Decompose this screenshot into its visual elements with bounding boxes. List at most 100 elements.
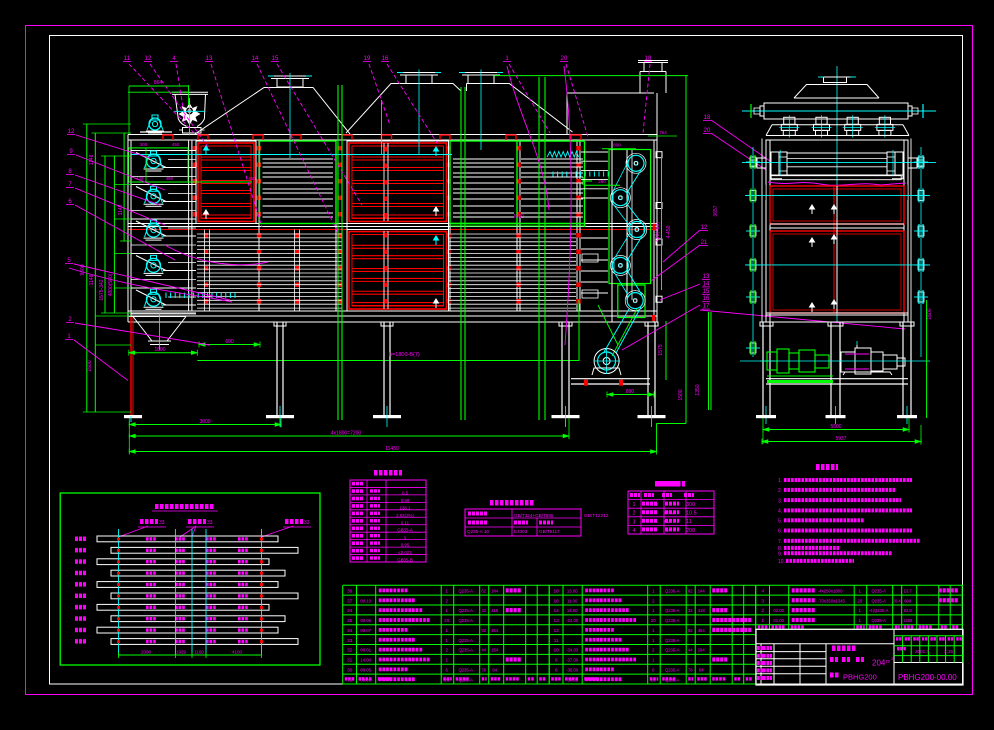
svg-text:32: 32: [347, 648, 353, 654]
svg-text:10.5: 10.5: [686, 511, 697, 517]
svg-text:5.: 5.: [778, 519, 782, 525]
svg-text:20.4: 20.4: [893, 598, 902, 603]
svg-text:600: 600: [225, 339, 234, 345]
svg-text:204: 204: [872, 659, 886, 668]
svg-text:GB/T324+GB/T985: GB/T324+GB/T985: [514, 513, 554, 518]
svg-text:11.00: 11.00: [567, 598, 578, 603]
svg-text:84: 84: [492, 667, 497, 672]
svg-text:20: 20: [651, 618, 657, 623]
svg-text:11: 11: [554, 638, 559, 644]
svg-text:Q235-A: Q235-A: [871, 618, 886, 623]
svg-text:34: 34: [347, 608, 353, 614]
svg-text:1929: 1929: [176, 650, 187, 655]
svg-text:01.00: 01.00: [773, 618, 784, 623]
svg-text:62: 62: [688, 589, 693, 594]
svg-text:20: 20: [444, 618, 450, 623]
svg-text:02.00: 02.00: [773, 608, 784, 613]
svg-text:1: 1: [652, 658, 655, 663]
svg-text:1: 1: [761, 618, 764, 624]
svg-text:1209: 1209: [903, 618, 913, 623]
svg-text:1: 1: [858, 608, 861, 613]
svg-text:1160: 1160: [194, 650, 204, 655]
svg-text:82.8: 82.8: [904, 608, 913, 613]
svg-text:1600: 1600: [154, 347, 165, 353]
svg-text:2: 2: [633, 511, 636, 517]
svg-text:Q235-A: Q235-A: [458, 667, 473, 672]
svg-text:84: 84: [699, 667, 704, 672]
svg-text:Q235-A: Q235-A: [871, 598, 886, 603]
svg-text:1500: 1500: [927, 308, 933, 319]
svg-text:m: m: [886, 659, 890, 665]
svg-text:-24.00: -24.00: [566, 618, 579, 623]
svg-text:800: 800: [613, 143, 621, 148]
svg-text:11: 11: [686, 519, 692, 525]
svg-text:Q235-A: Q235-A: [665, 618, 680, 623]
svg-text:00.01: 00.01: [360, 648, 371, 653]
svg-text:3.: 3.: [778, 498, 782, 504]
svg-text:GB35-B: GB35-B: [397, 558, 413, 563]
svg-text:1350: 1350: [695, 384, 701, 395]
svg-text:9: 9: [555, 658, 558, 664]
svg-text:6: 6: [652, 667, 655, 672]
svg-text:14.00: 14.00: [567, 608, 578, 613]
svg-text:4100: 4100: [232, 650, 243, 655]
svg-text:764: 764: [659, 130, 667, 135]
svg-text:1575: 1575: [658, 344, 664, 355]
svg-text:454: 454: [698, 628, 706, 633]
svg-text:Q235-A: Q235-A: [871, 589, 886, 594]
svg-text:0.98: 0.98: [401, 498, 410, 503]
svg-text:32: 32: [688, 608, 693, 613]
svg-text:Q235-A: Q235-A: [458, 648, 473, 653]
svg-text:1: 1: [858, 618, 861, 623]
svg-text:7.: 7.: [778, 539, 782, 545]
svg-text:13: 13: [554, 618, 560, 624]
svg-text:1: 1: [445, 628, 448, 633]
svg-text:1: 1: [652, 589, 655, 594]
svg-text:3: 3: [633, 519, 636, 525]
svg-text:0.5: 0.5: [402, 490, 409, 495]
svg-text:KV: KV: [664, 519, 671, 524]
svg-text:GB/T12212: GB/T12212: [584, 513, 609, 519]
svg-text:Q235-A: Q235-A: [665, 589, 680, 594]
svg-text:RPM: RPM: [664, 511, 674, 516]
svg-text:300: 300: [686, 502, 695, 508]
svg-text:9.: 9.: [778, 551, 782, 557]
svg-text:37: 37: [347, 598, 353, 604]
svg-text:1.: 1.: [778, 478, 782, 484]
svg-text:Q235-A: Q235-A: [458, 589, 473, 594]
svg-text:3000: 3000: [199, 419, 210, 425]
svg-text:2000: 2000: [141, 650, 152, 655]
svg-text:608: 608: [904, 598, 912, 603]
svg-text:Q235-A: Q235-A: [665, 638, 680, 643]
svg-text:Q235-A 10: Q235-A 10: [467, 529, 489, 534]
svg-text:2001.7: 2001.7: [915, 649, 929, 654]
svg-text:3657: 3657: [713, 205, 719, 216]
svg-text:78: 78: [688, 667, 693, 672]
svg-text:5937: 5937: [835, 436, 846, 442]
svg-text:11450: 11450: [385, 446, 399, 452]
svg-text:Q235-A: Q235-A: [665, 608, 680, 613]
svg-text:200: 200: [686, 528, 695, 534]
svg-text:-37.00: -37.00: [566, 658, 579, 663]
svg-text:b=1800-B(7): b=1800-B(7): [389, 352, 420, 358]
svg-text:1: 1: [445, 638, 448, 643]
svg-text:4: 4: [761, 589, 764, 595]
svg-text:00.05: 00.05: [360, 667, 371, 672]
svg-text:418: 418: [491, 608, 499, 613]
svg-text:2: 2: [761, 608, 764, 614]
svg-text:6: 6: [445, 667, 448, 672]
svg-text:33: 33: [304, 520, 310, 526]
svg-text:-4x250x1800: -4x250x1800: [818, 589, 843, 594]
svg-text:-70x350x1345: -70x350x1345: [818, 598, 846, 603]
svg-text:864: 864: [154, 80, 163, 86]
svg-text:454: 454: [491, 628, 499, 633]
svg-text:Q235-A: Q235-A: [458, 608, 473, 613]
svg-text:E4303: E4303: [514, 529, 528, 534]
svg-text:450: 450: [166, 176, 174, 181]
svg-text:890: 890: [626, 389, 635, 395]
svg-text:280: 280: [598, 179, 606, 184]
svg-text:62: 62: [481, 589, 486, 594]
svg-text:92: 92: [688, 628, 693, 633]
svg-text:10.: 10.: [778, 559, 785, 565]
svg-text:PBHG200-00.00: PBHG200-00.00: [898, 673, 957, 682]
